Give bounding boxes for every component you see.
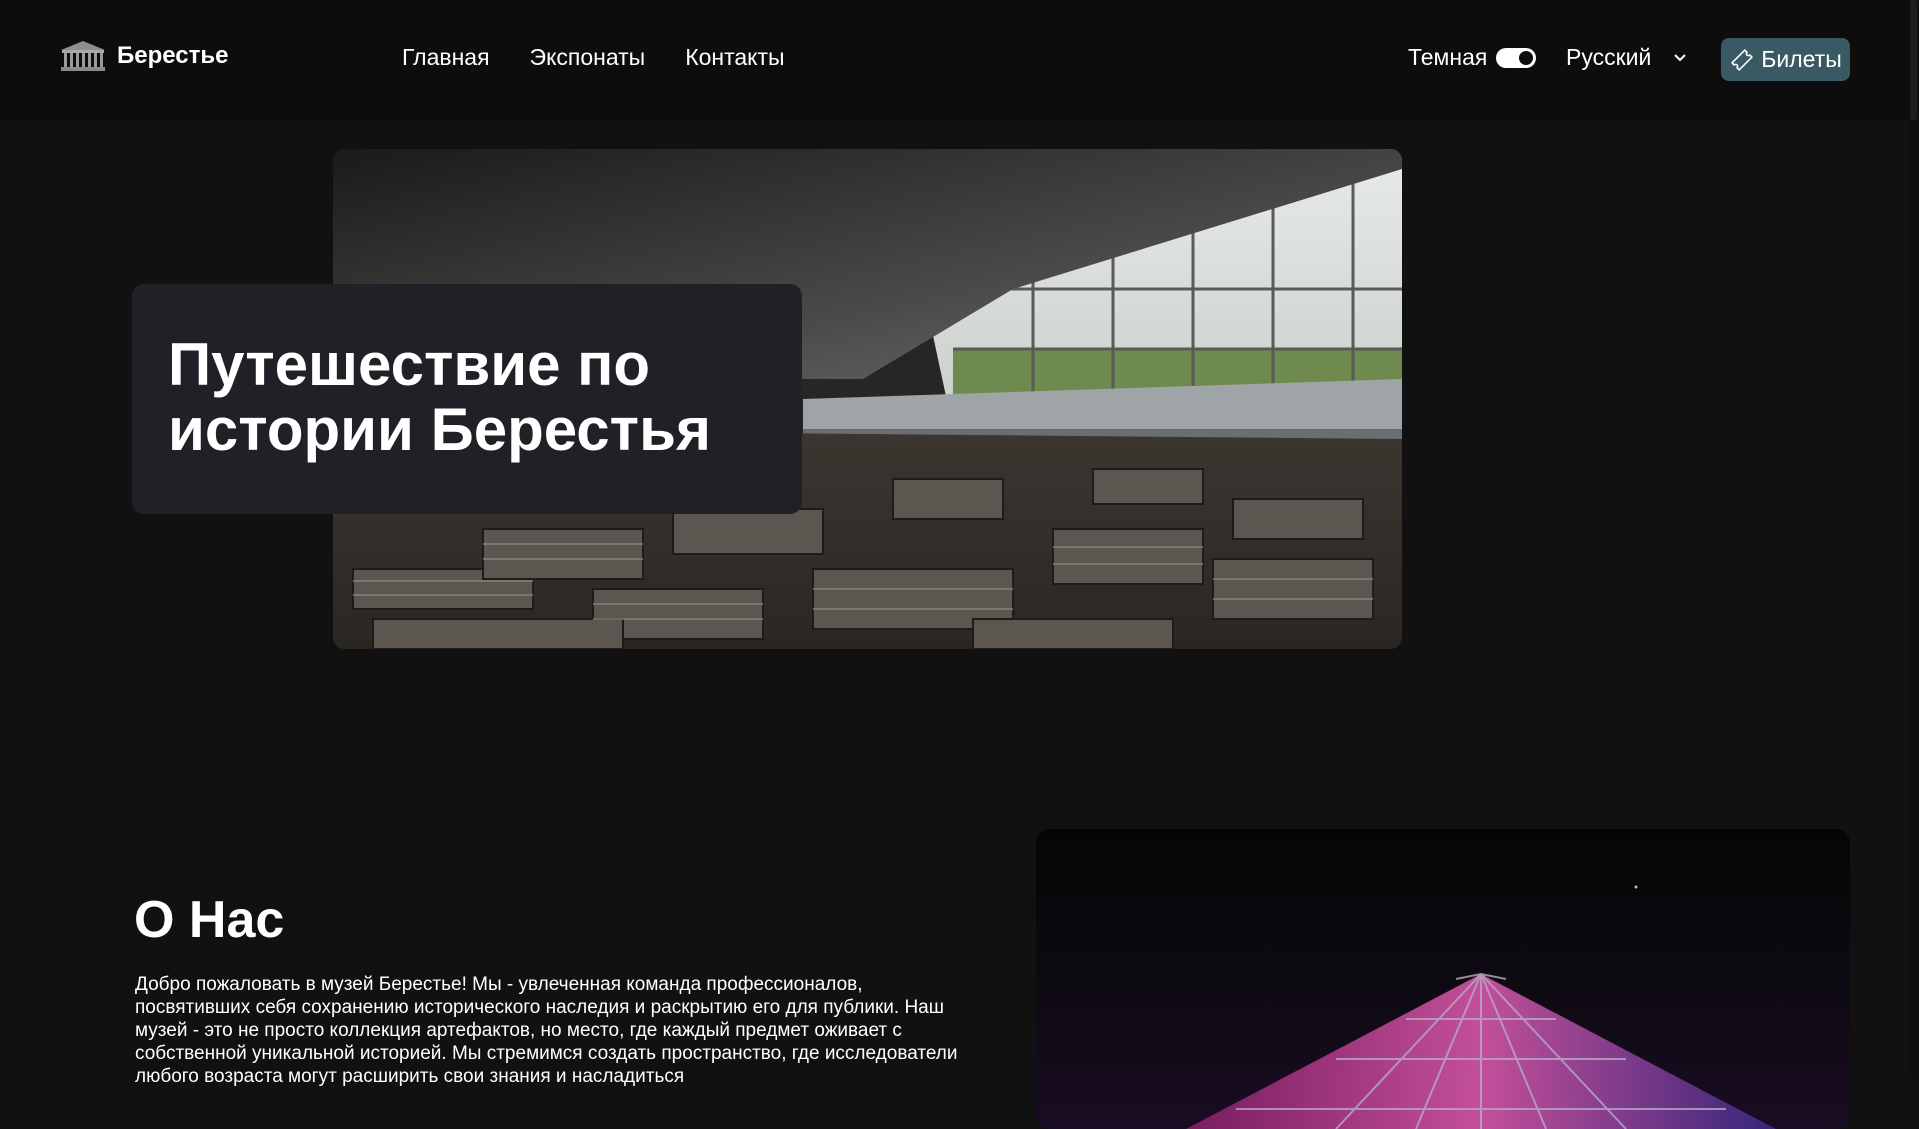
tickets-button[interactable]: Билеты <box>1721 38 1850 81</box>
nav-link-contacts[interactable]: Контакты <box>685 44 784 71</box>
language-select[interactable]: Русский <box>1566 44 1687 71</box>
brand-name: Берестье <box>117 42 229 69</box>
brand-link[interactable]: Берестье <box>59 40 229 72</box>
pyramid-night-photo <box>1036 829 1850 1129</box>
toggle-knob <box>1519 50 1534 65</box>
scrollbar[interactable] <box>1908 0 1919 1079</box>
theme-toggle[interactable] <box>1496 47 1537 68</box>
about-title: О Нас <box>134 891 285 949</box>
museum-logo-icon <box>61 41 105 71</box>
nav-link-exhibits[interactable]: Экспонаты <box>530 44 646 71</box>
tickets-label: Билеты <box>1761 46 1842 72</box>
hero-card: Путешествие по истории Берестья <box>132 284 802 514</box>
ticket-icon <box>1731 48 1754 71</box>
about-text: Добро пожаловать в музей Берестье! Мы - … <box>135 974 958 1087</box>
language-label: Русский <box>1566 44 1652 70</box>
theme-switcher: Темная <box>1408 44 1537 71</box>
scrollbar-thumb[interactable] <box>1910 0 1917 120</box>
site-header: Берестье Главная Экспонаты Контакты Темн… <box>0 0 1908 120</box>
nav-link-home[interactable]: Главная <box>402 44 490 71</box>
main-nav: Главная Экспонаты Контакты <box>402 44 785 71</box>
theme-label: Темная <box>1408 44 1488 70</box>
about-image <box>1036 829 1850 1129</box>
hero-title: Путешествие по истории Берестья <box>168 331 711 463</box>
chevron-down-icon <box>1674 53 1687 61</box>
